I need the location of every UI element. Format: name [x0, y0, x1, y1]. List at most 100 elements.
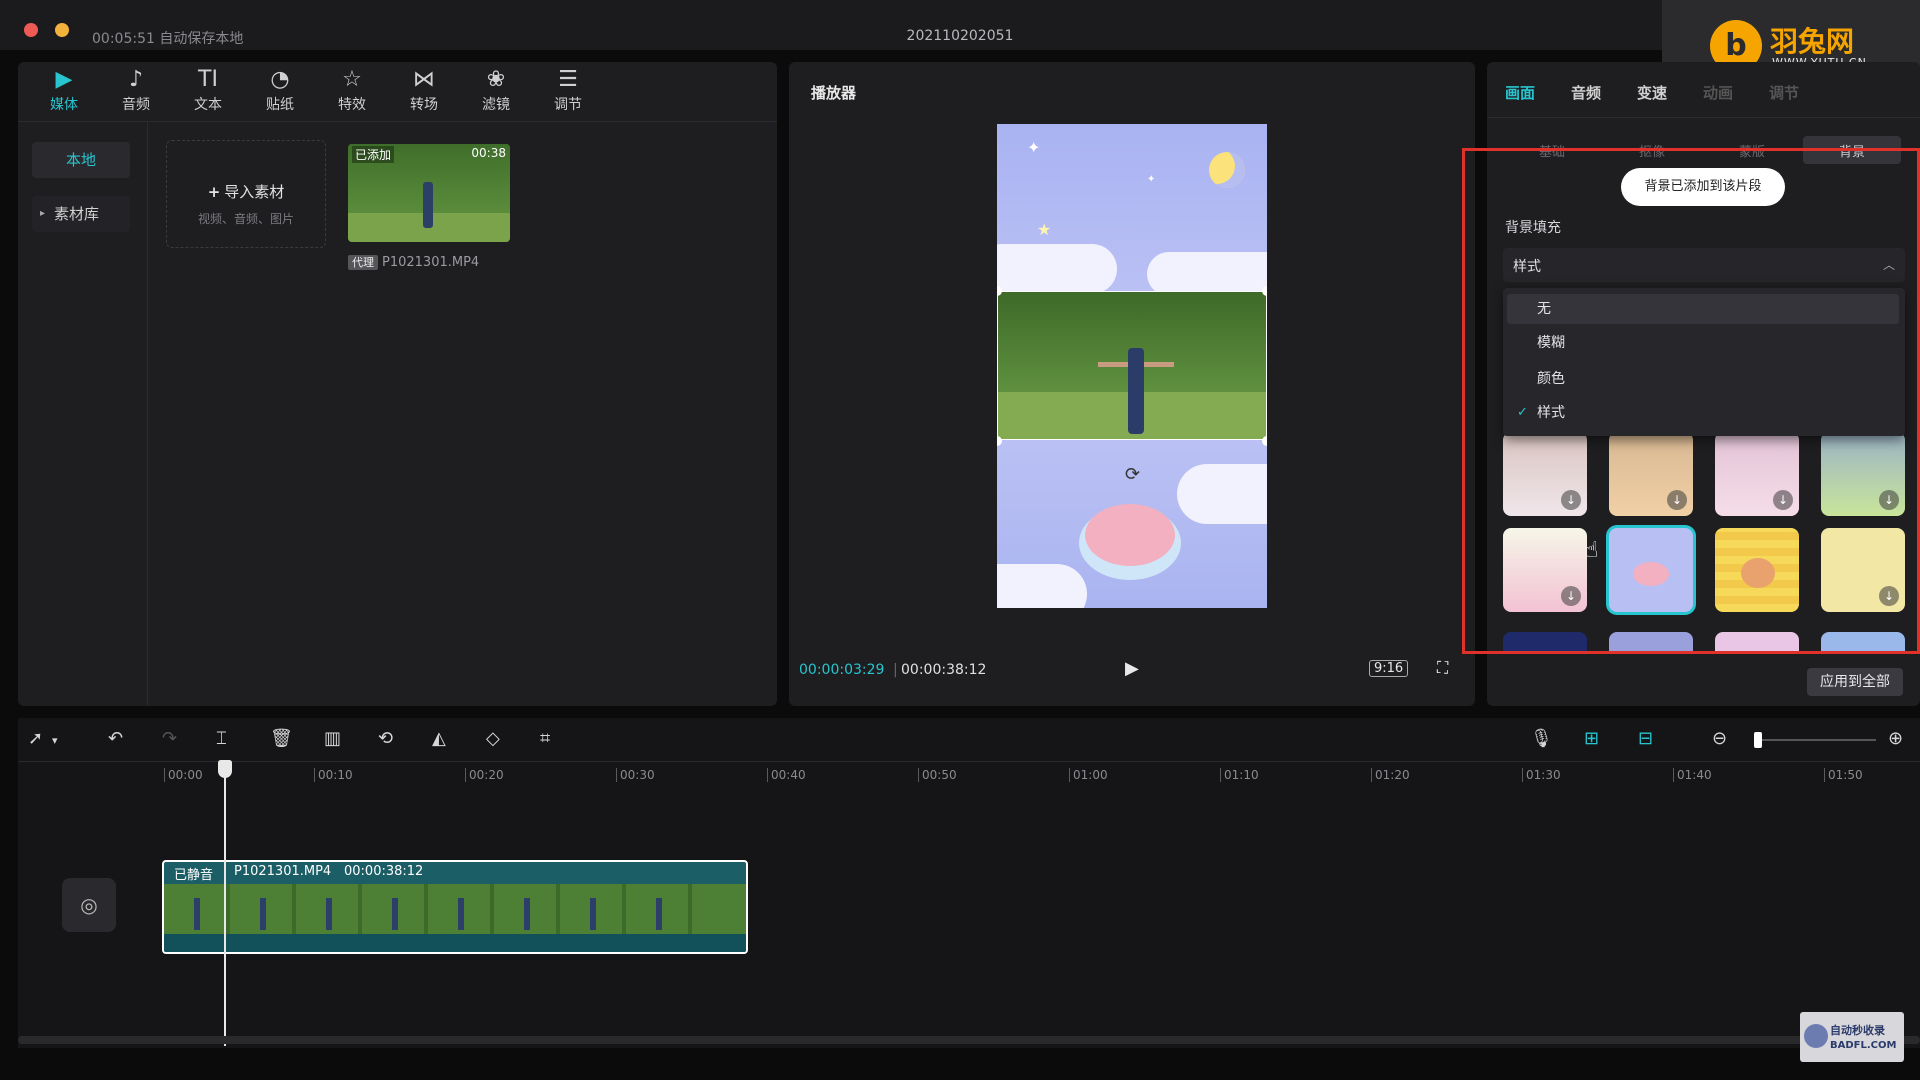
- playhead-handle[interactable]: [218, 760, 232, 778]
- style-tile[interactable]: [1821, 632, 1905, 654]
- zoom-slider[interactable]: [1758, 739, 1876, 741]
- tab-transition[interactable]: ⋈ 转场: [394, 66, 454, 114]
- snap-icon[interactable]: ⊞: [1584, 728, 1599, 749]
- import-media-button[interactable]: + 导入素材 视频、音频、图片: [166, 140, 326, 248]
- microphone-icon[interactable]: 🎙: [1530, 728, 1553, 749]
- rotate-icon[interactable]: ⟳: [1125, 464, 1140, 485]
- style-tile[interactable]: ↓: [1821, 432, 1905, 516]
- redo-icon[interactable]: ↷: [162, 728, 177, 749]
- clip-filmstrip: [164, 884, 746, 934]
- tab-picture[interactable]: 画面: [1505, 82, 1535, 103]
- resize-handle[interactable]: [1262, 286, 1267, 296]
- download-icon[interactable]: ↓: [1773, 490, 1793, 510]
- undo-icon[interactable]: ↶: [108, 728, 123, 749]
- download-icon[interactable]: ↓: [1667, 490, 1687, 510]
- media-clip-thumbnail[interactable]: 已添加 00:38: [348, 144, 510, 242]
- tab-label: 调节: [554, 97, 582, 113]
- style-tile[interactable]: ↓: [1503, 432, 1587, 516]
- rotate-clip-icon[interactable]: ◇: [486, 728, 500, 749]
- logo-text: 羽兔网: [1770, 25, 1855, 58]
- resize-handle[interactable]: [1262, 436, 1267, 446]
- zoom-in-icon[interactable]: ⊕: [1888, 728, 1903, 749]
- apply-to-all-button[interactable]: 应用到全部: [1807, 668, 1903, 696]
- ruler-tick: 00:30: [616, 768, 655, 782]
- download-icon[interactable]: ↓: [1879, 490, 1899, 510]
- freeze-icon[interactable]: ▥: [324, 728, 341, 749]
- video-layer[interactable]: [997, 291, 1267, 440]
- tab-filter[interactable]: ❀ 滤镜: [466, 66, 526, 114]
- option-blur[interactable]: 模糊: [1507, 328, 1899, 358]
- style-tile[interactable]: ↓: [1503, 528, 1587, 612]
- tab-label: 媒体: [50, 97, 78, 113]
- delete-icon[interactable]: 🗑: [270, 728, 293, 749]
- download-icon[interactable]: ↓: [1561, 586, 1581, 606]
- cloud-shape: [997, 244, 1117, 294]
- subtab-background[interactable]: 背景: [1803, 136, 1901, 164]
- style-tile[interactable]: ↓: [1715, 432, 1799, 516]
- aspect-ratio-button[interactable]: 9:16: [1369, 660, 1409, 677]
- playhead[interactable]: [224, 762, 226, 1046]
- clip-header: 已静音 P1021301.MP4 00:00:38:12: [164, 862, 746, 883]
- split-icon[interactable]: ⌶: [216, 728, 227, 749]
- style-tile-selected[interactable]: [1609, 528, 1693, 612]
- muted-badge: 已静音: [174, 868, 214, 883]
- play-button[interactable]: ▶: [1125, 658, 1139, 679]
- option-style[interactable]: ✓ 样式: [1507, 398, 1899, 428]
- check-icon: ✓: [1517, 405, 1528, 420]
- video-person: [1128, 348, 1144, 434]
- fullscreen-icon[interactable]: ⛶: [1437, 658, 1448, 678]
- tab-animation[interactable]: 动画: [1703, 82, 1733, 103]
- preview-canvas[interactable]: ★ ✦ ✦ ⟳: [997, 124, 1267, 608]
- tab-speed[interactable]: 变速: [1637, 82, 1667, 103]
- tab-adjust[interactable]: ☰ 调节: [538, 66, 598, 114]
- option-none[interactable]: 无: [1507, 294, 1899, 324]
- player-title: 播放器: [811, 84, 857, 102]
- star-decoration: ★: [1037, 220, 1052, 239]
- reverse-icon[interactable]: ⟲: [378, 728, 393, 749]
- subtab-basic[interactable]: 基础: [1503, 136, 1601, 164]
- style-tile[interactable]: [1715, 632, 1799, 654]
- tab-text[interactable]: TI 文本: [178, 66, 238, 114]
- watermark-line1: 自动秒收录: [1830, 1024, 1885, 1037]
- crop-icon[interactable]: ⌗: [540, 728, 550, 749]
- fill-type-select[interactable]: 样式 ︿: [1503, 248, 1905, 282]
- tab-sticker[interactable]: ◔ 贴纸: [250, 66, 310, 114]
- tab-adjust-props[interactable]: 调节: [1769, 82, 1799, 103]
- subtab-keying[interactable]: 抠像: [1603, 136, 1701, 164]
- mirror-icon[interactable]: ◭: [432, 728, 446, 749]
- tab-audio[interactable]: ♪ 音频: [106, 66, 166, 114]
- download-icon[interactable]: ↓: [1879, 586, 1899, 606]
- moon-decoration: [1209, 152, 1245, 188]
- sidebar-item-library[interactable]: 素材库: [32, 196, 130, 232]
- toast-notification: 背景已添加到该片段: [1621, 168, 1785, 206]
- download-icon[interactable]: ↓: [1561, 490, 1581, 510]
- timeline-clip[interactable]: 已静音 P1021301.MP4 00:00:38:12: [162, 860, 748, 954]
- track-mute-button[interactable]: ◎: [62, 878, 116, 932]
- timeline-scrollbar[interactable]: [18, 1036, 1920, 1044]
- zoom-slider-handle[interactable]: [1754, 732, 1762, 748]
- zoom-out-icon[interactable]: ⊖: [1712, 728, 1727, 749]
- style-tile[interactable]: [1503, 632, 1587, 654]
- style-tile[interactable]: [1609, 632, 1693, 654]
- tab-media[interactable]: ▶ 媒体: [34, 66, 94, 114]
- frame-figure: [656, 898, 662, 930]
- picture-subtabs: 基础 抠像 蒙版 背景: [1503, 136, 1903, 164]
- link-icon[interactable]: ⊟: [1638, 728, 1653, 749]
- plus-icon: +: [207, 183, 221, 201]
- style-tile[interactable]: ↓: [1821, 528, 1905, 612]
- clip-duration: 00:00:38:12: [344, 864, 424, 879]
- option-color[interactable]: 颜色: [1507, 364, 1899, 394]
- frame-figure: [524, 898, 530, 930]
- chevron-down-icon[interactable]: ▾: [52, 734, 58, 747]
- select-tool-icon[interactable]: ➚: [28, 728, 43, 749]
- ruler-tick: 01:00: [1069, 768, 1108, 782]
- subtab-mask[interactable]: 蒙版: [1703, 136, 1801, 164]
- sidebar-item-local[interactable]: 本地: [32, 142, 130, 178]
- timeline-ruler[interactable]: 00:00 00:10 00:20 00:30 00:40 00:50 01:0…: [18, 762, 1920, 788]
- tab-audio-props[interactable]: 音频: [1571, 82, 1601, 103]
- style-tile[interactable]: [1715, 528, 1799, 612]
- tab-effects[interactable]: ☆ 特效: [322, 66, 382, 114]
- style-tile[interactable]: ↓: [1609, 432, 1693, 516]
- ruler-tick: 01:20: [1371, 768, 1410, 782]
- thumbnail-person: [423, 182, 433, 228]
